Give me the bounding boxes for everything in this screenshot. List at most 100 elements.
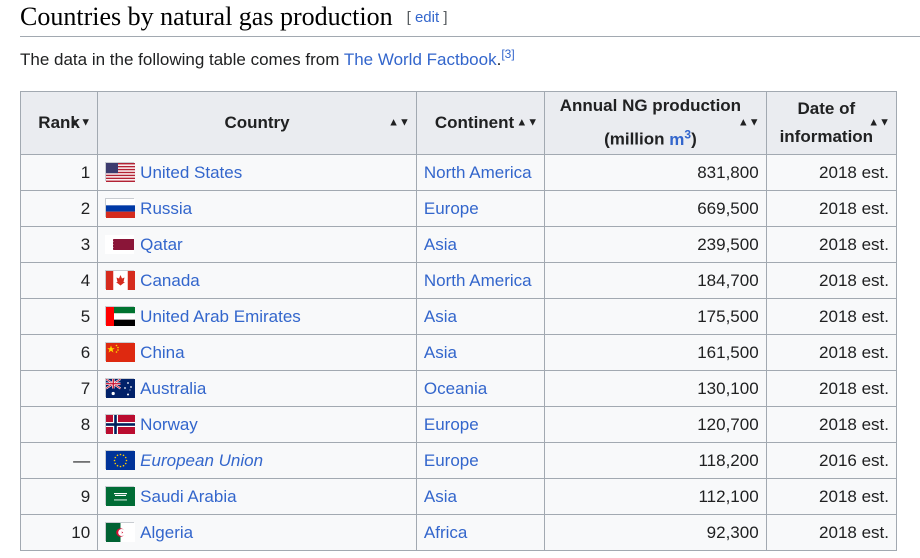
continent-link[interactable]: Europe xyxy=(424,199,479,218)
country-link[interactable]: United States xyxy=(140,163,242,182)
country-cell: United Arab Emirates xyxy=(97,298,417,335)
rank-cell: 4 xyxy=(19,262,99,299)
country-link[interactable]: Algeria xyxy=(140,523,193,542)
country-link[interactable]: Norway xyxy=(140,415,198,434)
continent-link[interactable]: Africa xyxy=(424,523,467,542)
flag-saudi-arabia-icon[interactable] xyxy=(105,486,136,506)
country-link[interactable]: Australia xyxy=(140,379,206,398)
continent-cell: North America xyxy=(415,262,546,299)
edit-bracket-close: ] xyxy=(443,9,448,26)
date-cell: 2018 est. xyxy=(765,514,898,551)
production-cell: 118,200 xyxy=(544,442,767,479)
flag-uae-icon[interactable] xyxy=(105,306,136,326)
flag-european-union-icon[interactable] xyxy=(105,450,136,470)
edit-link[interactable]: edit xyxy=(415,9,439,26)
country-cell: Russia xyxy=(97,190,417,227)
rank-cell: 8 xyxy=(19,406,99,443)
table-row: — European Union Europe 118,200 2016 est. xyxy=(19,442,898,479)
date-cell: 2018 est. xyxy=(765,190,898,227)
country-link[interactable]: Canada xyxy=(140,271,200,290)
ng-production-header-label: Annual NG production (million m3) xyxy=(560,92,741,154)
continent-cell: Oceania xyxy=(415,370,546,407)
country-cell: China xyxy=(97,334,417,371)
country-cell: Qatar xyxy=(97,226,417,263)
rank-header[interactable]: Rank ▲▼ xyxy=(19,91,99,155)
flag-united-states-icon[interactable] xyxy=(105,162,136,182)
flag-china-icon[interactable] xyxy=(105,342,136,362)
flag-algeria-icon[interactable] xyxy=(105,522,136,542)
sort-arrows-icon[interactable]: ▲▼ xyxy=(738,117,760,128)
ng-production-header-line1: Annual NG production xyxy=(559,96,742,116)
production-cell: 831,800 xyxy=(544,154,767,191)
table-row: 8 Norway Europe 120,700 2018 est. xyxy=(19,406,898,443)
country-cell: Algeria xyxy=(97,514,417,551)
rank-cell: 9 xyxy=(19,478,99,515)
production-cell: 120,700 xyxy=(544,406,767,443)
continent-link[interactable]: Asia xyxy=(424,343,457,362)
continent-link[interactable]: Asia xyxy=(424,307,457,326)
unit-label: m xyxy=(669,129,685,149)
country-link[interactable]: Qatar xyxy=(140,235,183,254)
continent-link[interactable]: Europe xyxy=(424,451,479,470)
country-link[interactable]: Russia xyxy=(140,199,192,218)
continent-link[interactable]: North America xyxy=(424,271,532,290)
continent-cell: Asia xyxy=(415,478,546,515)
intro-paragraph: The data in the following table comes fr… xyxy=(20,47,515,70)
production-cell: 184,700 xyxy=(544,262,767,299)
country-link[interactable]: United Arab Emirates xyxy=(140,307,301,326)
edit-bracket-open: [ xyxy=(406,9,411,26)
continent-link[interactable]: Europe xyxy=(424,415,479,434)
country-link[interactable]: Saudi Arabia xyxy=(140,487,236,506)
table-row: 4 Canada North America 184,700 2018 est. xyxy=(19,262,898,299)
table-row: 10 Algeria Africa 92,300 2018 est. xyxy=(19,514,898,551)
country-cell: Canada xyxy=(97,262,417,299)
continent-header-label: Continent xyxy=(434,113,515,132)
continent-link[interactable]: Oceania xyxy=(424,379,487,398)
section-heading: Countries by natural gas production [ edi… xyxy=(20,2,447,32)
rank-cell: 1 xyxy=(19,154,99,191)
table-row: 9 Saudi Arabia Asia 112,100 2018 est. xyxy=(19,478,898,515)
continent-link[interactable]: Asia xyxy=(424,235,457,254)
continent-cell: Asia xyxy=(415,334,546,371)
country-link[interactable]: European Union xyxy=(140,451,263,470)
ng-production-header[interactable]: Annual NG production (million m3) ▲▼ xyxy=(544,91,767,155)
sort-arrows-icon[interactable]: ▲▼ xyxy=(388,117,410,128)
date-cell: 2018 est. xyxy=(765,334,898,371)
table-header-row: Rank ▲▼ Country ▲▼ Continent ▲▼ Annual NG p… xyxy=(19,91,898,155)
continent-header[interactable]: Continent ▲▼ xyxy=(415,91,546,155)
edit-section: [ edit ] xyxy=(407,9,448,26)
table-row: 3 Qatar Asia 239,500 2018 est. xyxy=(19,226,898,263)
country-cell: Saudi Arabia xyxy=(97,478,417,515)
country-header[interactable]: Country ▲▼ xyxy=(97,91,417,155)
rank-cell: 10 xyxy=(19,514,99,551)
continent-cell: Asia xyxy=(415,298,546,335)
rank-cell: 3 xyxy=(19,226,99,263)
flag-canada-icon[interactable] xyxy=(105,270,136,290)
date-cell: 2016 est. xyxy=(765,442,898,479)
production-cell: 669,500 xyxy=(544,190,767,227)
flag-qatar-icon[interactable] xyxy=(105,234,135,254)
continent-cell: Europe xyxy=(415,442,546,479)
sort-arrows-icon[interactable]: ▲▼ xyxy=(868,117,890,128)
sort-arrows-icon[interactable]: ▲▼ xyxy=(69,117,91,128)
continent-link[interactable]: North America xyxy=(424,163,532,182)
production-cell: 161,500 xyxy=(544,334,767,371)
continent-cell: Europe xyxy=(415,406,546,443)
date-cell: 2018 est. xyxy=(765,370,898,407)
ng-production-header-line2: (million xyxy=(604,129,670,149)
cubic-metre-link[interactable]: m3 xyxy=(669,127,691,149)
reference-link[interactable]: [3] xyxy=(501,47,514,61)
flag-russia-icon[interactable] xyxy=(105,198,136,218)
flag-norway-icon[interactable] xyxy=(105,414,136,434)
date-cell: 2018 est. xyxy=(765,154,898,191)
world-factbook-link[interactable]: The World Factbook xyxy=(344,50,497,69)
sort-arrows-icon[interactable]: ▲▼ xyxy=(516,117,538,128)
date-header-label: Date of information xyxy=(780,95,874,151)
country-cell: Australia xyxy=(97,370,417,407)
date-header[interactable]: Date of information ▲▼ xyxy=(765,91,898,155)
country-link[interactable]: China xyxy=(140,343,184,362)
section-title: Countries by natural gas production xyxy=(20,2,393,31)
flag-australia-icon[interactable] xyxy=(105,378,136,398)
continent-link[interactable]: Asia xyxy=(424,487,457,506)
rank-cell: 7 xyxy=(19,370,99,407)
